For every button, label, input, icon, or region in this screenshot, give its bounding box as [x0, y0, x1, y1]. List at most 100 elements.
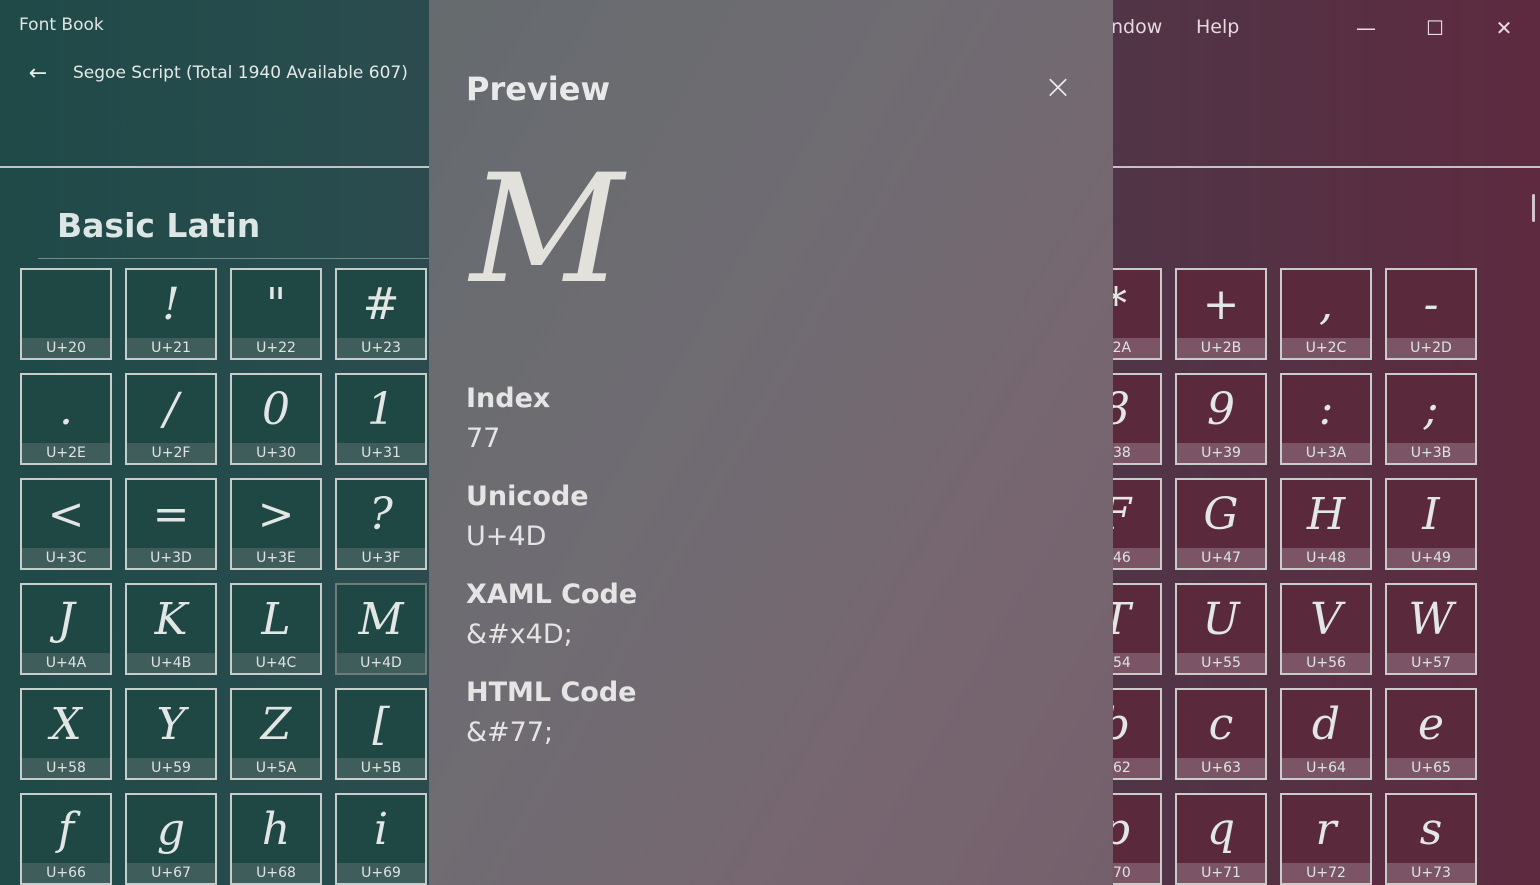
glyph-tile[interactable]: < U+3C	[20, 478, 112, 570]
glyph-code: U+21	[127, 338, 215, 358]
glyph-tile[interactable]: r U+72	[1280, 793, 1372, 885]
glyph-char: G	[1203, 489, 1239, 540]
glyph-code: U+30	[232, 443, 320, 463]
glyph-code: U+2F	[127, 443, 215, 463]
maximize-icon: ☐	[1426, 16, 1444, 40]
glyph-tile[interactable]: Z U+5A	[230, 688, 322, 780]
glyph-tile[interactable]: 0 U+30	[230, 373, 322, 465]
window-close-button[interactable]: ✕	[1484, 14, 1524, 42]
glyph-code: U+68	[232, 863, 320, 883]
glyph-tile[interactable]: d U+64	[1280, 688, 1372, 780]
glyph-tile[interactable]: 1 U+31	[335, 373, 427, 465]
html-value: &#77;	[466, 717, 554, 748]
scrollbar-thumb[interactable]	[1532, 194, 1535, 222]
glyph-char: X	[50, 699, 82, 750]
xaml-label: XAML Code	[466, 579, 638, 610]
glyph-char: !	[162, 279, 180, 330]
maximize-button[interactable]: ☐	[1415, 14, 1455, 42]
glyph-code: U+69	[337, 863, 425, 883]
glyph-char: s	[1419, 804, 1443, 855]
glyph-char: r	[1315, 804, 1337, 855]
glyph-char: =	[152, 489, 190, 540]
glyph-char: Z	[260, 699, 292, 750]
glyph-tile[interactable]: s U+73	[1385, 793, 1477, 885]
glyph-code: U+64	[1282, 758, 1370, 778]
glyph-tile[interactable]: ; U+3B	[1385, 373, 1477, 465]
glyph-code: U+3D	[127, 548, 215, 568]
html-label: HTML Code	[466, 677, 637, 708]
back-button[interactable]: ←	[24, 60, 52, 88]
glyph-code: U+67	[127, 863, 215, 883]
glyph-tile[interactable]: i U+69	[335, 793, 427, 885]
glyph-tile[interactable]: , U+2C	[1280, 268, 1372, 360]
glyph-tile[interactable]: W U+57	[1385, 583, 1477, 675]
glyph-tile[interactable]: h U+68	[230, 793, 322, 885]
glyph-code: U+57	[1387, 653, 1475, 673]
glyph-tile[interactable]: ? U+3F	[335, 478, 427, 570]
close-icon: ×	[1043, 67, 1073, 107]
glyph-tile[interactable]: / U+2F	[125, 373, 217, 465]
glyph-code: U+2E	[22, 443, 110, 463]
glyph-tile[interactable]: V U+56	[1280, 583, 1372, 675]
glyph-tile[interactable]: f U+66	[20, 793, 112, 885]
glyph-tile[interactable]: c U+63	[1175, 688, 1267, 780]
glyph-tile[interactable]: H U+48	[1280, 478, 1372, 570]
glyph-code: U+72	[1282, 863, 1370, 883]
glyph-code: U+2B	[1177, 338, 1265, 358]
glyph-tile[interactable]: # U+23	[335, 268, 427, 360]
glyph-tile[interactable]: e U+65	[1385, 688, 1477, 780]
glyph-code: U+65	[1387, 758, 1475, 778]
glyph-char: ?	[369, 489, 393, 540]
glyph-tile[interactable]: G U+47	[1175, 478, 1267, 570]
glyph-tile[interactable]: : U+3A	[1280, 373, 1372, 465]
glyph-tile[interactable]: + U+2B	[1175, 268, 1267, 360]
app-title: Font Book	[19, 15, 104, 35]
glyph-tile[interactable]: U+20	[20, 268, 112, 360]
glyph-tile[interactable]: ! U+21	[125, 268, 217, 360]
glyph-tile[interactable]: q U+71	[1175, 793, 1267, 885]
glyph-code: U+3E	[232, 548, 320, 568]
menu-help[interactable]: Help	[1196, 16, 1239, 38]
index-value: 77	[466, 423, 501, 454]
glyph-tile[interactable]: J U+4A	[20, 583, 112, 675]
glyph-tile[interactable]: g U+67	[125, 793, 217, 885]
unicode-label: Unicode	[466, 481, 589, 512]
glyph-code: U+5B	[337, 758, 425, 778]
glyph-char: d	[1311, 699, 1341, 750]
glyph-char: i	[373, 804, 389, 855]
glyph-code: U+5A	[232, 758, 320, 778]
arrow-left-icon: ←	[28, 61, 48, 86]
glyph-tile[interactable]: 9 U+39	[1175, 373, 1267, 465]
glyph-char: +	[1202, 279, 1240, 330]
glyph-char: 1	[367, 384, 395, 435]
glyph-tile[interactable]: M U+4D	[335, 583, 427, 675]
minimize-button[interactable]: —	[1346, 14, 1386, 42]
glyph-code: U+39	[1177, 443, 1265, 463]
glyph-tile[interactable]: - U+2D	[1385, 268, 1477, 360]
glyph-tile[interactable]: > U+3E	[230, 478, 322, 570]
index-label: Index	[466, 383, 551, 414]
glyph-tile[interactable]: Y U+59	[125, 688, 217, 780]
glyph-tile[interactable]: = U+3D	[125, 478, 217, 570]
glyph-tile[interactable]: " U+22	[230, 268, 322, 360]
glyph-code: U+22	[232, 338, 320, 358]
glyph-char: .	[59, 384, 73, 435]
glyph-char: Y	[156, 699, 186, 750]
glyph-code: U+4B	[127, 653, 215, 673]
glyph-tile[interactable]: X U+58	[20, 688, 112, 780]
glyph-code: U+4D	[337, 653, 425, 673]
glyph-code: U+3A	[1282, 443, 1370, 463]
glyph-tile[interactable]: K U+4B	[125, 583, 217, 675]
preview-close-button[interactable]: ×	[1041, 70, 1075, 104]
preview-panel: Preview × M Index 77 Unicode U+4D XAML C…	[429, 0, 1113, 885]
glyph-char: "	[265, 279, 287, 330]
glyph-char: 9	[1207, 384, 1235, 435]
glyph-tile[interactable]: [U+5B	[335, 688, 427, 780]
glyph-tile[interactable]: L U+4C	[230, 583, 322, 675]
menu-window[interactable]: ndow	[1111, 16, 1162, 38]
glyph-code: U+56	[1282, 653, 1370, 673]
glyph-code: U+55	[1177, 653, 1265, 673]
glyph-tile[interactable]: I U+49	[1385, 478, 1477, 570]
glyph-tile[interactable]: . U+2E	[20, 373, 112, 465]
glyph-tile[interactable]: U U+55	[1175, 583, 1267, 675]
